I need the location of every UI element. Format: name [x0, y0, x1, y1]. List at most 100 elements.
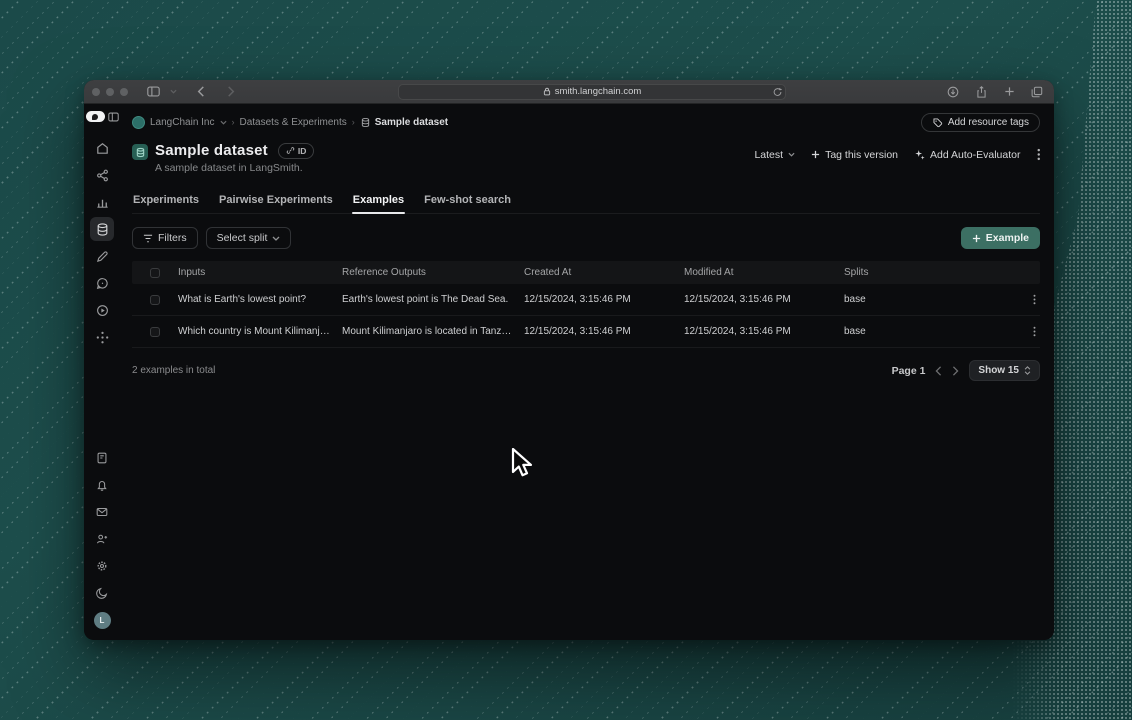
dataset-icon — [132, 144, 148, 160]
chevron-down-icon — [788, 152, 795, 157]
page-title: Sample dataset — [155, 142, 268, 159]
playground-icon[interactable] — [90, 298, 114, 322]
cell-inputs: What is Earth's lowest point? — [178, 294, 307, 305]
dataset-actions: Latest Tag this version Add Auto-Evaluat… — [754, 148, 1040, 161]
previous-page-icon[interactable] — [935, 365, 942, 376]
column-header-modified-at[interactable]: Modified At — [684, 267, 844, 278]
add-resource-tags-label: Add resource tags — [947, 116, 1029, 128]
tab-experiments[interactable]: Experiments — [132, 190, 200, 213]
dataset-id-badge[interactable]: ID — [277, 142, 315, 159]
sparkle-icon — [914, 149, 925, 160]
add-resource-tags-button[interactable]: Add resource tags — [920, 112, 1040, 132]
select-split-dropdown[interactable]: Select split — [205, 227, 292, 249]
tab-few-shot-search[interactable]: Few-shot search — [423, 190, 512, 213]
examples-total-label: 2 examples in total — [132, 365, 216, 376]
breadcrumb: LangChain Inc › Datasets & Experiments ›… — [132, 115, 448, 129]
cell-created-at: 12/15/2024, 3:15:46 PM — [524, 294, 631, 305]
chrome-toolbar-right — [944, 84, 1046, 100]
column-header-reference-outputs[interactable]: Reference Outputs — [342, 267, 524, 278]
chevron-down-icon[interactable] — [168, 84, 178, 100]
mail-icon[interactable] — [90, 500, 114, 524]
tab-examples[interactable]: Examples — [351, 190, 406, 214]
add-auto-evaluator-label: Add Auto-Evaluator — [930, 148, 1021, 161]
back-button[interactable] — [192, 84, 210, 100]
forward-button[interactable] — [222, 84, 240, 100]
notifications-icon[interactable] — [90, 473, 114, 497]
column-header-inputs[interactable]: Inputs — [178, 267, 342, 278]
langsmith-app: L LangChain Inc › Datasets & Experiments… — [84, 104, 1054, 639]
breadcrumb-separator: › — [351, 117, 355, 127]
monitoring-icon[interactable] — [90, 190, 114, 214]
plus-icon — [811, 150, 820, 159]
table-row[interactable]: Which country is Mount Kilimanjaro... Mo… — [132, 316, 1040, 348]
reload-icon[interactable] — [773, 87, 782, 97]
next-page-icon[interactable] — [952, 365, 959, 376]
examples-table: Inputs Reference Outputs Created At Modi… — [132, 261, 1040, 348]
breadcrumb-org[interactable]: LangChain Inc — [150, 117, 215, 128]
cell-splits: base — [844, 326, 866, 337]
row-menu-icon[interactable] — [1004, 294, 1040, 305]
filters-label: Filters — [158, 232, 187, 244]
pagination: Page 1 Show 15 — [892, 360, 1040, 381]
row-menu-icon[interactable] — [1004, 326, 1040, 337]
table-row[interactable]: What is Earth's lowest point? Earth's lo… — [132, 284, 1040, 316]
chevron-down-icon — [272, 236, 280, 241]
invite-user-icon[interactable] — [90, 527, 114, 551]
filters-button[interactable]: Filters — [132, 227, 198, 249]
home-icon[interactable] — [90, 136, 114, 160]
breadcrumb-section[interactable]: Datasets & Experiments — [240, 117, 347, 128]
cell-reference-outputs: Mount Kilimanjaro is located in Tanzania… — [342, 326, 524, 337]
column-header-created-at[interactable]: Created At — [524, 267, 684, 278]
row-checkbox[interactable] — [150, 326, 160, 337]
new-tab-icon[interactable] — [1000, 84, 1018, 100]
more-options-icon[interactable] — [1037, 148, 1041, 161]
dark-mode-icon[interactable] — [90, 581, 114, 605]
docs-icon[interactable] — [90, 446, 114, 470]
minimize-window-button[interactable] — [106, 87, 114, 96]
datasets-icon[interactable] — [90, 217, 114, 241]
downloads-icon[interactable] — [944, 84, 962, 100]
sidebar-rail: L — [84, 104, 120, 639]
id-badge-label: ID — [297, 145, 307, 156]
select-split-label: Select split — [216, 232, 268, 244]
add-example-button[interactable]: Example — [960, 227, 1040, 249]
chat-feedback-icon[interactable] — [90, 271, 114, 295]
table-footer: 2 examples in total Page 1 Show 15 — [132, 360, 1040, 381]
close-window-button[interactable] — [92, 87, 100, 96]
settings-icon[interactable] — [90, 554, 114, 578]
browser-sidebar-toggle-icon[interactable] — [144, 84, 162, 100]
tab-pairwise-experiments[interactable]: Pairwise Experiments — [218, 190, 334, 213]
address-bar[interactable]: smith.langchain.com — [398, 83, 786, 100]
user-avatar[interactable]: L — [93, 612, 111, 629]
add-auto-evaluator-button[interactable]: Add Auto-Evaluator — [914, 148, 1021, 161]
page-indicator: Page 1 — [891, 364, 926, 377]
page-size-selector[interactable]: Show 15 — [969, 360, 1040, 381]
tag-this-version-button[interactable]: Tag this version — [811, 149, 898, 161]
page-size-label: Show 15 — [978, 365, 1019, 376]
tab-bar: Experiments Pairwise Experiments Example… — [132, 190, 1040, 214]
row-checkbox[interactable] — [150, 294, 160, 305]
annotation-queues-icon[interactable] — [90, 244, 114, 268]
zoom-window-button[interactable] — [120, 87, 128, 96]
prompts-icon[interactable] — [90, 325, 114, 349]
filter-icon — [143, 234, 153, 243]
url-text: smith.langchain.com — [554, 86, 642, 97]
breadcrumb-current: Sample dataset — [360, 117, 448, 128]
org-avatar — [132, 115, 145, 129]
share-icon[interactable] — [972, 84, 990, 100]
tracing-projects-icon[interactable] — [90, 163, 114, 187]
tab-overview-icon[interactable] — [1028, 84, 1046, 100]
sidebar-collapse-icon[interactable] — [107, 112, 119, 122]
examples-toolbar: Filters Select split Example — [132, 227, 1040, 249]
tag-icon — [932, 117, 943, 128]
browser-window: smith.langchain.com L LangChain Inc › Da… — [84, 80, 1054, 640]
app-topbar: LangChain Inc › Datasets & Experiments ›… — [132, 104, 1040, 140]
version-selector[interactable]: Latest — [754, 149, 795, 161]
add-example-label: Example — [985, 232, 1029, 244]
lock-icon — [543, 87, 551, 96]
select-all-checkbox[interactable] — [150, 267, 160, 278]
column-header-splits[interactable]: Splits — [844, 267, 1004, 278]
org-switcher-chevron-icon[interactable] — [219, 120, 227, 125]
cell-splits: base — [844, 294, 866, 305]
dataset-header: Sample dataset ID A sample dataset in La… — [132, 142, 1040, 174]
